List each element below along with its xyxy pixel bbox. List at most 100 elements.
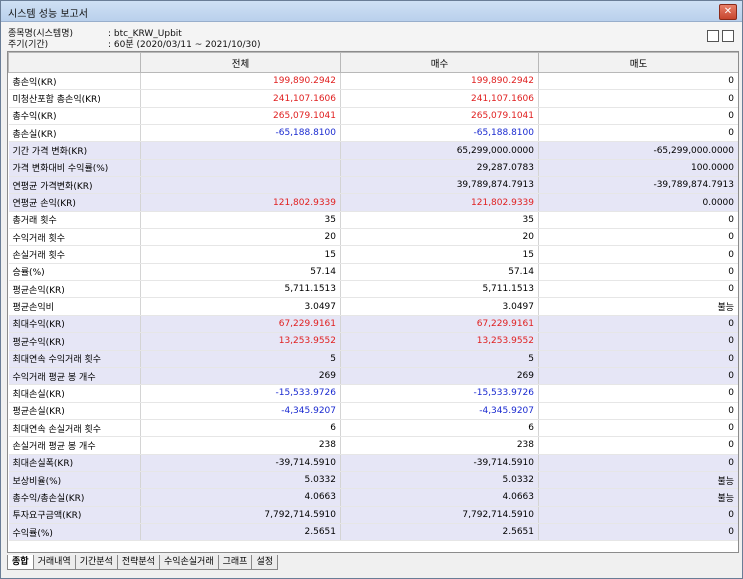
row-label: 연평균 손익(KR) xyxy=(8,193,141,212)
table-row[interactable]: 총손실(KR) -65,188.8100 -65,188.8100 0 xyxy=(8,124,738,143)
header-sell[interactable]: 매도 xyxy=(538,52,738,73)
table-row[interactable]: 최대연속 손실거래 횟수 6 6 0 xyxy=(8,419,738,438)
total-value: 5,711.1513 xyxy=(140,280,341,299)
row-label: 보상비율(%) xyxy=(8,471,141,490)
table-row[interactable]: 연평균 손익(KR) 121,802.9339 121,802.9339 0.0000 xyxy=(8,193,738,212)
header-total[interactable]: 전체 xyxy=(140,52,341,73)
table-row[interactable]: 평균손실(KR) -4,345.9207 -4,345.9207 0 xyxy=(8,402,738,420)
buy-value: 265,079.1041 xyxy=(340,107,539,126)
table-row[interactable]: 평균수익(KR) 13,253.9552 13,253.9552 0 xyxy=(8,332,738,351)
total-value: -65,188.8100 xyxy=(140,124,341,143)
total-value: 20 xyxy=(140,228,341,247)
tab-2[interactable]: 기간분석 xyxy=(74,555,118,570)
table-row[interactable]: 연평균 가격변화(KR) 39,789,874.7913 -39,789,874.7… xyxy=(8,176,738,195)
period-label: 주기(기간) xyxy=(8,40,49,50)
row-label: 수익거래 횟수 xyxy=(8,228,141,247)
tab-5[interactable]: 그래프 xyxy=(217,555,253,570)
total-value: 6 xyxy=(140,419,341,438)
buy-value: 35 xyxy=(340,211,539,230)
print-icon[interactable] xyxy=(722,30,734,42)
row-label: 최대연속 수익거래 횟수 xyxy=(8,350,141,368)
total-value: 3.0497 xyxy=(140,297,341,316)
table-row[interactable]: 미청산포함 총손익(KR) 241,107.1606 241,107.1606 0 xyxy=(8,89,738,108)
save-icon[interactable] xyxy=(707,30,719,42)
table-row[interactable]: 평균손익비 3.0497 3.0497 불능 xyxy=(8,297,738,316)
table-row[interactable]: 최대수익(KR) 67,229.9161 67,229.9161 0 xyxy=(8,315,738,334)
tab-1[interactable]: 거래내역 xyxy=(32,555,76,570)
table-row[interactable]: 총손익(KR) 199,890.2942 199,890.2942 0 xyxy=(8,72,738,91)
sell-value: 0 xyxy=(538,124,738,143)
table-row[interactable]: 승률(%) 57.14 57.14 0 xyxy=(8,263,738,282)
table-row[interactable]: 수익거래 횟수 20 20 0 xyxy=(8,228,738,247)
buy-value: 20 xyxy=(340,228,539,247)
row-label: 평균손익비 xyxy=(8,297,141,316)
header-buy[interactable]: 매수 xyxy=(340,52,539,73)
window-title: 시스템 성능 보고서 xyxy=(8,9,88,20)
buy-value: 67,229.9161 xyxy=(340,315,539,334)
total-value: 35 xyxy=(140,211,341,230)
sell-value: 0 xyxy=(538,402,738,420)
table-row[interactable]: 총수익/총손실(KR) 4.0663 4.0663 불능 xyxy=(8,488,738,507)
row-label: 수익거래 평균 봉 개수 xyxy=(8,367,141,386)
table-row[interactable]: 수익률(%) 2.5651 2.5651 0 xyxy=(8,523,738,542)
sell-value: 0 xyxy=(538,280,738,299)
table-row[interactable]: 수익거래 평균 봉 개수 269 269 0 xyxy=(8,367,738,386)
total-value: 265,079.1041 xyxy=(140,107,341,126)
table-row[interactable]: 보상비율(%) 5.0332 5.0332 불능 xyxy=(8,471,738,490)
row-label: 손실거래 평균 봉 개수 xyxy=(8,436,141,455)
tab-6[interactable]: 설정 xyxy=(251,555,279,570)
buy-value: 3.0497 xyxy=(340,297,539,316)
total-value xyxy=(140,176,341,195)
period-row: 주기(기간) : 60분 (2020/03/11 ~ 2021/10/30) xyxy=(8,37,261,50)
total-value: 67,229.9161 xyxy=(140,315,341,334)
sell-value: 0 xyxy=(538,89,738,108)
table-row[interactable]: 최대연속 수익거래 횟수 5 5 0 xyxy=(8,350,738,368)
performance-table[interactable]: 전체 매수 매도 총손익(KR) 199,890.2942 199,890.2942… xyxy=(7,51,739,553)
row-label: 수익률(%) xyxy=(8,523,141,542)
buy-value: 6 xyxy=(340,419,539,438)
total-value: 5 xyxy=(140,350,341,368)
buy-value: 65,299,000.0000 xyxy=(340,141,539,160)
row-label: 총수익(KR) xyxy=(8,107,141,126)
table-row[interactable]: 손실거래 횟수 15 15 0 xyxy=(8,245,738,264)
row-label: 총손실(KR) xyxy=(8,124,141,143)
total-value: 241,107.1606 xyxy=(140,89,341,108)
tab-0[interactable]: 종합 xyxy=(7,555,34,570)
table-row[interactable]: 가격 변화대비 수익률(%) 29,287.0783 100.0000 xyxy=(8,159,738,178)
info-panel: 종목명(시스템명): btc_KRW_Upbit 주기(기간): 60분 (20… xyxy=(1,22,742,50)
sell-value: 0 xyxy=(538,350,738,368)
sell-value: 0 xyxy=(538,107,738,126)
table-row[interactable]: 기간 가격 변화(KR) 65,299,000.0000 -65,299,000.0… xyxy=(8,141,738,160)
buy-value: -15,533.9726 xyxy=(340,384,539,403)
table-row[interactable]: 평균손익(KR) 5,711.1513 5,711.1513 0 xyxy=(8,280,738,299)
sell-value: 0 xyxy=(538,367,738,386)
row-label: 손실거래 횟수 xyxy=(8,245,141,264)
buy-value: 57.14 xyxy=(340,263,539,282)
table-row[interactable]: 총수익(KR) 265,079.1041 265,079.1041 0 xyxy=(8,107,738,126)
tab-4[interactable]: 수익손실거래 xyxy=(158,555,219,570)
total-value: 15 xyxy=(140,245,341,264)
table-row[interactable]: 최대손실폭(KR) -39,714.5910 -39,714.5910 0 xyxy=(8,454,738,472)
tab-3[interactable]: 전략분석 xyxy=(116,555,160,570)
buy-value: 7,792,714.5910 xyxy=(340,506,539,524)
period-value: : 60분 (2020/03/11 ~ 2021/10/30) xyxy=(108,40,261,50)
table-row[interactable]: 투자요구금액(KR) 7,792,714.5910 7,792,714.5910 0 xyxy=(8,506,738,524)
total-value: -15,533.9726 xyxy=(140,384,341,403)
table-row[interactable]: 최대손실(KR) -15,533.9726 -15,533.9726 0 xyxy=(8,384,738,403)
report-window: 시스템 성능 보고서 ✕ 종목명(시스템명): btc_KRW_Upbit 주기… xyxy=(0,0,743,579)
row-label: 기간 가격 변화(KR) xyxy=(8,141,141,160)
close-button[interactable]: ✕ xyxy=(719,4,737,20)
row-label: 총수익/총손실(KR) xyxy=(8,488,141,507)
buy-value: 269 xyxy=(340,367,539,386)
table-row[interactable]: 손실거래 평균 봉 개수 238 238 0 xyxy=(8,436,738,455)
table-row[interactable]: 총거래 횟수 35 35 0 xyxy=(8,211,738,230)
total-value: -39,714.5910 xyxy=(140,454,341,472)
sell-value: 0 xyxy=(538,315,738,334)
total-value xyxy=(140,159,341,178)
row-label: 연평균 가격변화(KR) xyxy=(8,176,141,195)
buy-value: 2.5651 xyxy=(340,523,539,542)
buy-value: -4,345.9207 xyxy=(340,402,539,420)
total-value: 7,792,714.5910 xyxy=(140,506,341,524)
row-label: 최대수익(KR) xyxy=(8,315,141,334)
title-bar[interactable]: 시스템 성능 보고서 ✕ xyxy=(1,1,742,22)
